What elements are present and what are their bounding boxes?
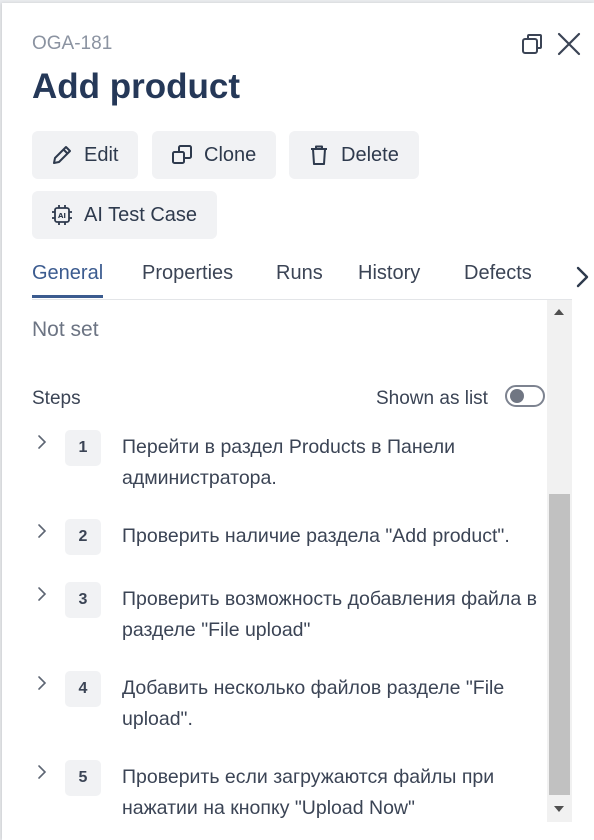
- window-actions: [520, 31, 582, 57]
- delete-button[interactable]: Delete: [289, 131, 419, 179]
- test-case-panel: OGA-181 Add product Edit Clone Delete AI…: [2, 3, 594, 840]
- clone-button[interactable]: Clone: [152, 131, 277, 179]
- step-number: 5: [65, 760, 101, 796]
- ai-test-case-button-label: AI Test Case: [84, 203, 198, 226]
- close-icon[interactable]: [556, 31, 582, 57]
- case-id: OGA-181: [32, 33, 113, 54]
- chevron-right-icon[interactable]: [34, 584, 50, 604]
- chevron-right-icon[interactable]: [34, 673, 50, 693]
- vertical-scrollbar[interactable]: [547, 300, 572, 822]
- scroll-up-arrow-icon[interactable]: [554, 309, 564, 315]
- trash-icon: [307, 143, 331, 167]
- open-in-window-icon[interactable]: [520, 31, 546, 57]
- chevron-right-icon[interactable]: [34, 432, 50, 452]
- tab-defects[interactable]: Defects: [464, 262, 532, 285]
- clone-button-label: Clone: [204, 143, 257, 166]
- tab-overflow-fade: [537, 259, 572, 297]
- tab-history[interactable]: History: [358, 262, 420, 285]
- step-number: 2: [65, 519, 101, 555]
- scrollbar-thumb[interactable]: [549, 494, 570, 795]
- step-text: Проверить наличие раздела "Add product".: [122, 525, 510, 547]
- tab-runs[interactable]: Runs: [276, 262, 323, 285]
- pencil-icon: [50, 143, 74, 167]
- step-text: Проверить если загружаются файлы при наж…: [122, 766, 495, 819]
- toggle-knob: [510, 389, 524, 403]
- step-number: 4: [65, 671, 101, 707]
- step-number: 3: [65, 582, 101, 618]
- page-title: Add product: [32, 67, 241, 106]
- edit-button[interactable]: Edit: [32, 131, 139, 179]
- copy-icon: [170, 143, 194, 167]
- chevron-right-icon[interactable]: [34, 762, 50, 782]
- chevron-right-icon[interactable]: [570, 263, 594, 291]
- scroll-down-arrow-icon[interactable]: [554, 806, 564, 812]
- general-tab-content: Not set Steps Shown as list 1 Перейти в …: [2, 300, 594, 840]
- ai-chip-icon: AI: [50, 203, 74, 227]
- steps-heading: Steps: [32, 388, 81, 409]
- tab-properties[interactable]: Properties: [142, 262, 233, 285]
- edit-button-label: Edit: [84, 143, 119, 166]
- shown-as-list-toggle[interactable]: [505, 385, 545, 407]
- step-text: Добавить несколько файлов разделе "File …: [122, 677, 505, 730]
- shown-as-list-label: Shown as list: [376, 388, 488, 409]
- step-number: 1: [65, 430, 101, 466]
- step-text: Перейти в раздел Products в Панели админ…: [122, 436, 456, 489]
- description-value: Not set: [32, 318, 99, 341]
- ai-test-case-button[interactable]: AI AI Test Case: [32, 191, 218, 239]
- tab-bar: General Properties Runs History Defects: [32, 259, 589, 300]
- tab-general[interactable]: General: [32, 262, 104, 298]
- step-text: Проверить возможность добавления файла в…: [122, 588, 537, 641]
- delete-button-label: Delete: [341, 143, 399, 166]
- svg-text:AI: AI: [58, 212, 66, 220]
- chevron-right-icon[interactable]: [34, 521, 50, 541]
